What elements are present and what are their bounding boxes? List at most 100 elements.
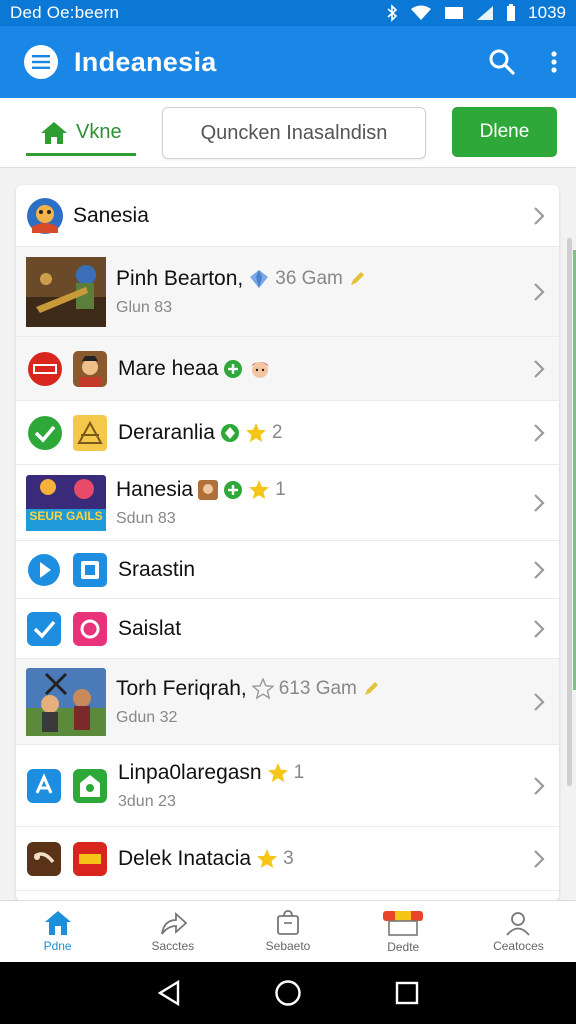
list-item-title: Saislat: [118, 616, 182, 640]
star-outline-icon: [251, 677, 274, 699]
list-item[interactable]: Pinh Bearton, 36 Gam Glun 83: [16, 247, 559, 337]
bottom-nav: Pdne Sacctes Sebaeto Dedte Ceatoces: [0, 900, 576, 962]
play-app-icon: [27, 553, 61, 587]
star-icon: [267, 762, 288, 782]
game-thumbnail: SEUR GAILS: [26, 474, 106, 531]
nav-home[interactable]: Pdne: [0, 901, 115, 962]
app-icon: [73, 841, 107, 876]
app-icon: [73, 350, 107, 387]
nav-store[interactable]: Sebaeto: [230, 901, 345, 962]
tab-home[interactable]: Vkne: [26, 112, 136, 156]
nav-profile-label: Ceatoces: [493, 939, 544, 953]
nav-deals[interactable]: Dedte: [346, 901, 461, 962]
status-bar: Ded Oe:beern 1039: [0, 0, 576, 26]
list-item[interactable]: Linpa0laregasn 1 3dun 23: [16, 745, 559, 827]
home-icon: [41, 121, 67, 144]
nav-home-label: Pdne: [43, 939, 72, 953]
list-item-title: Deraranlia: [118, 420, 215, 444]
avatar-icon: [198, 479, 219, 500]
list-item[interactable]: Delek Inatacia 3: [16, 827, 559, 891]
bag-icon: [277, 910, 299, 935]
list-item-title: Mare heaa: [118, 356, 219, 380]
chevron-right-icon: [534, 282, 545, 301]
checkbox-app-icon: [27, 611, 61, 646]
star-icon: [245, 422, 266, 442]
nav-profile[interactable]: Ceatoces: [461, 901, 576, 962]
list-item-title: Sanesia: [73, 203, 149, 227]
status-carrier-text: Ded Oe:beern: [10, 3, 120, 22]
game-thumbnail: [26, 256, 106, 327]
list-item-subtitle: Gdun 32: [116, 708, 178, 726]
chevron-right-icon: [534, 849, 545, 868]
signal-icon: [476, 5, 494, 21]
chevron-right-icon: [534, 619, 545, 638]
tab-row: Vkne Dlene: [0, 98, 576, 168]
star-icon: [257, 848, 278, 868]
chevron-right-icon: [534, 359, 545, 378]
plus-badge-icon: [224, 480, 243, 499]
list-item-meta: 2: [271, 421, 283, 443]
list-item[interactable]: Mare heaa: [16, 337, 559, 401]
list-item[interactable]: Deraranlia 2: [16, 401, 559, 465]
club-badge-icon: [220, 423, 239, 442]
home-icon: [44, 911, 71, 935]
nav-share-label: Sacctes: [151, 939, 195, 953]
star-icon: [249, 479, 270, 499]
search-input[interactable]: [162, 107, 426, 159]
search-icon[interactable]: [488, 48, 516, 76]
wifi-icon: [410, 5, 432, 21]
list-item[interactable]: Torh Feriqrah, 613 Gam Gdun 32: [16, 659, 559, 745]
back-icon[interactable]: [157, 980, 181, 1006]
app-icon: [27, 351, 63, 387]
avatar-icon: [251, 361, 270, 378]
check-app-icon: [27, 415, 63, 451]
pencil-icon: [350, 271, 364, 285]
list-item-subtitle: Sdun 83: [116, 509, 176, 527]
home-circle-icon[interactable]: [274, 979, 302, 1007]
list-item[interactable]: Sraastin: [16, 541, 559, 599]
list-item[interactable]: SEUR GAILS Hanesia 1 Sdun 83: [16, 465, 559, 541]
app-icon: [73, 414, 107, 451]
list-item[interactable]: Sanesia: [16, 185, 559, 247]
nav-store-label: Sebaeto: [265, 939, 311, 953]
app-icon: [27, 768, 61, 803]
list-item-title: Torh Feriqrah,: [116, 676, 247, 700]
pencil-icon: [364, 681, 378, 695]
list-item-subtitle: Glun 83: [116, 298, 173, 316]
chevron-right-icon: [534, 493, 545, 512]
bluetooth-icon: [386, 4, 398, 22]
recents-icon[interactable]: [395, 981, 419, 1005]
status-time: 1039: [528, 3, 566, 22]
app-bar: Indeanesia: [0, 26, 576, 98]
hamburger-icon: [32, 55, 50, 69]
done-button[interactable]: Dlene: [452, 107, 557, 157]
list-item-meta: 1: [293, 761, 305, 783]
app-icon: [73, 552, 107, 587]
sim-icon: [444, 6, 464, 20]
scrollbar[interactable]: [567, 238, 572, 786]
menu-button[interactable]: [24, 45, 58, 79]
app-title: Indeanesia: [74, 46, 217, 77]
list-item[interactable]: Saislat: [16, 599, 559, 659]
game-thumbnail: [26, 667, 106, 736]
chevron-right-icon: [534, 206, 545, 225]
gem-icon: [250, 269, 269, 288]
list-item-meta: 3: [283, 847, 294, 869]
person-icon: [506, 912, 531, 936]
list-item-title: Delek Inatacia: [118, 846, 252, 870]
nav-deals-label: Dedte: [387, 940, 420, 954]
nav-share[interactable]: Sacctes: [115, 901, 230, 962]
tab-home-label: Vkne: [76, 121, 122, 143]
chevron-right-icon: [534, 560, 545, 579]
thumbnail-caption: SEUR GAILS: [29, 508, 103, 523]
app-icon: [73, 768, 107, 803]
list-item-subtitle: 3dun 23: [118, 792, 176, 810]
battery-icon: [506, 4, 516, 22]
list-item-meta: 613 Gam: [278, 677, 357, 699]
plus-badge-icon: [224, 359, 243, 378]
list-item-title: Linpa0laregasn: [118, 760, 262, 784]
system-nav-bar: [0, 962, 576, 1024]
more-vert-icon[interactable]: [550, 50, 558, 74]
app-icon: [26, 197, 64, 235]
app-list: Sanesia Pinh Bearton, 36 Gam Glun 83 Mar…: [16, 185, 559, 901]
